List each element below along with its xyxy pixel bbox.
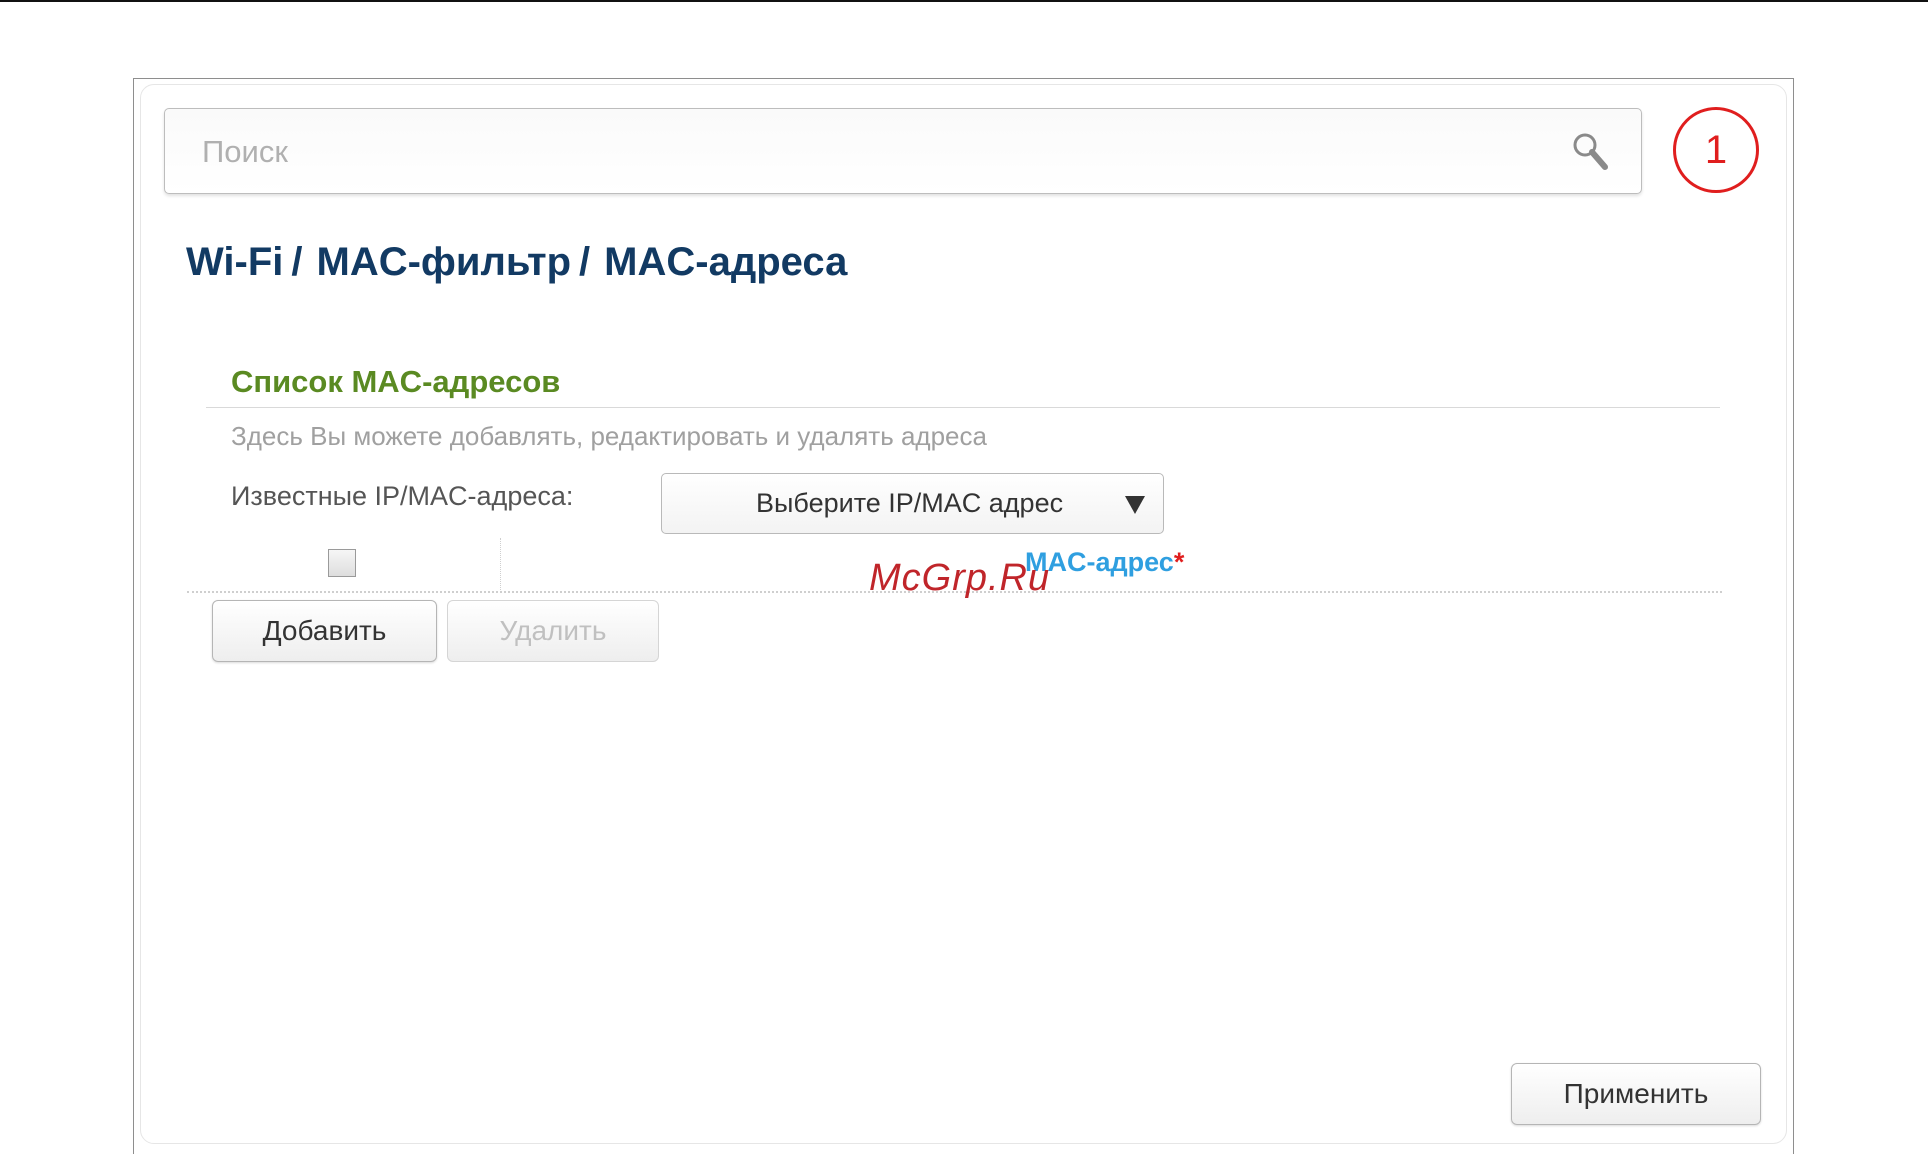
column-divider: [500, 538, 502, 590]
top-rule: [0, 0, 1928, 2]
search-input[interactable]: [200, 127, 1504, 177]
breadcrumb-item-mac-addresses: MAC-адреса: [604, 240, 848, 284]
known-addresses-label: Известные IP/MAC-адреса:: [231, 481, 574, 511]
breadcrumb: Wi-Fi / MAC-фильтр / MAC-адреса: [186, 240, 847, 285]
search-icon[interactable]: [1567, 127, 1617, 177]
breadcrumb-item-wifi[interactable]: Wi-Fi: [186, 240, 283, 285]
section-title: Список MAC-адресов: [231, 364, 561, 399]
delete-button[interactable]: Удалить: [447, 600, 659, 662]
select-value: Выберите IP/MAC адрес: [756, 488, 1064, 518]
search-box[interactable]: [164, 108, 1642, 194]
breadcrumb-separator: /: [579, 240, 591, 284]
add-button[interactable]: Добавить: [212, 600, 437, 662]
section-divider: [206, 407, 1720, 408]
required-marker: *: [1173, 547, 1185, 577]
dropdown-arrow-icon: [1125, 496, 1145, 514]
known-addresses-select[interactable]: Выберите IP/MAC адрес: [661, 473, 1164, 534]
notification-badge[interactable]: 1: [1673, 107, 1759, 193]
section-description: Здесь Вы можете добавлять, редактировать…: [231, 421, 987, 451]
watermark: McGrp.Ru: [869, 557, 1051, 599]
breadcrumb-item-mac-filter[interactable]: MAC-фильтр: [317, 240, 572, 285]
apply-button[interactable]: Применить: [1511, 1063, 1761, 1125]
select-all-checkbox[interactable]: [328, 549, 356, 577]
breadcrumb-separator: /: [291, 240, 303, 284]
